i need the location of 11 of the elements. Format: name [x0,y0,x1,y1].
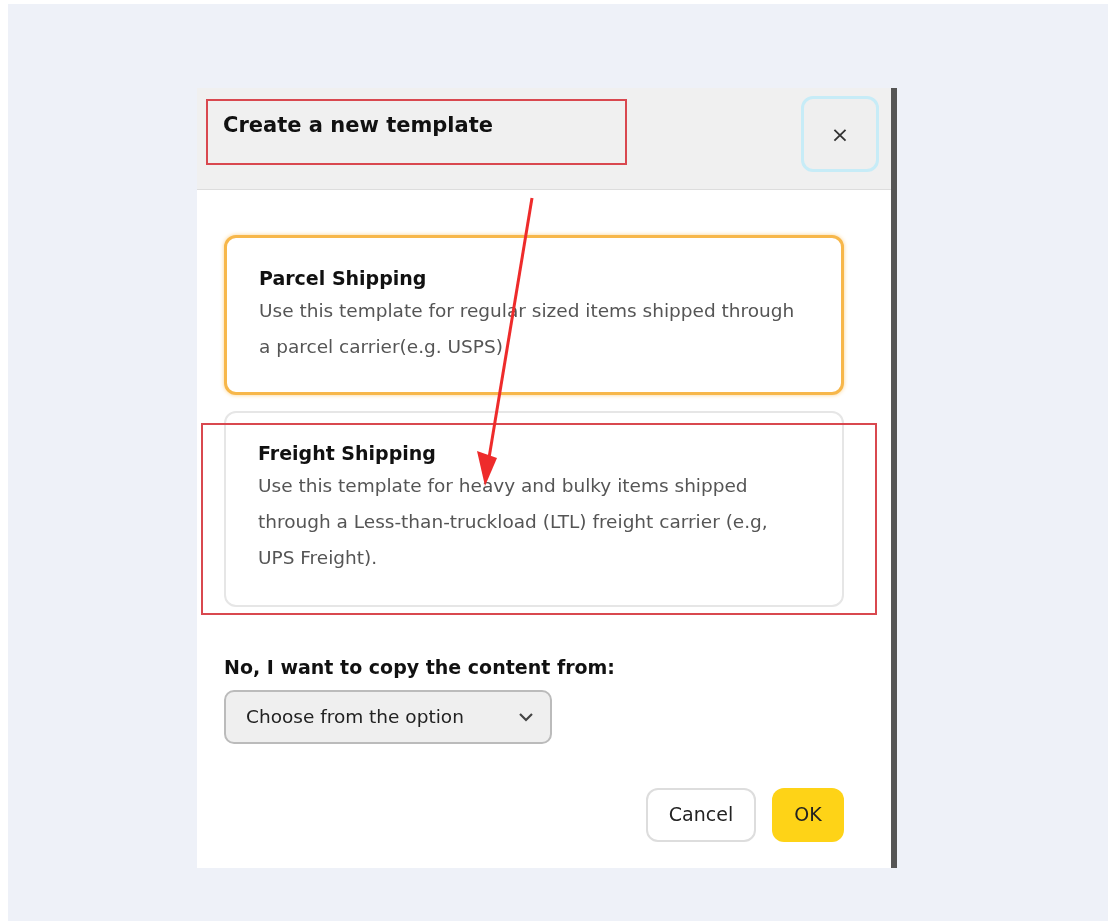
option-title: Freight Shipping [258,441,437,466]
option-description: Use this template for heavy and bulky items shipped through a Less-than-truckload (LTL) freight carrier (e.g, UPS Freight). [258,473,769,570]
chevron-down-icon [518,711,534,722]
cancel-button[interactable]: Cancel [646,787,756,842]
copy-select[interactable]: Choose from the option [224,689,552,744]
copy-label: No, I want to copy the content from: [224,655,616,680]
dialog-title: Create a new template [223,113,493,139]
template-option[interactable]: Freight Shipping Use this template for heavy and bulky items shipped through a Less-than-truckload (LTL) freight carrier (e.g, UPS Freight). [224,411,844,607]
ok-button[interactable]: OK [772,787,844,842]
close-button[interactable]: × [801,96,879,172]
option-title: Parcel Shipping [259,266,428,291]
